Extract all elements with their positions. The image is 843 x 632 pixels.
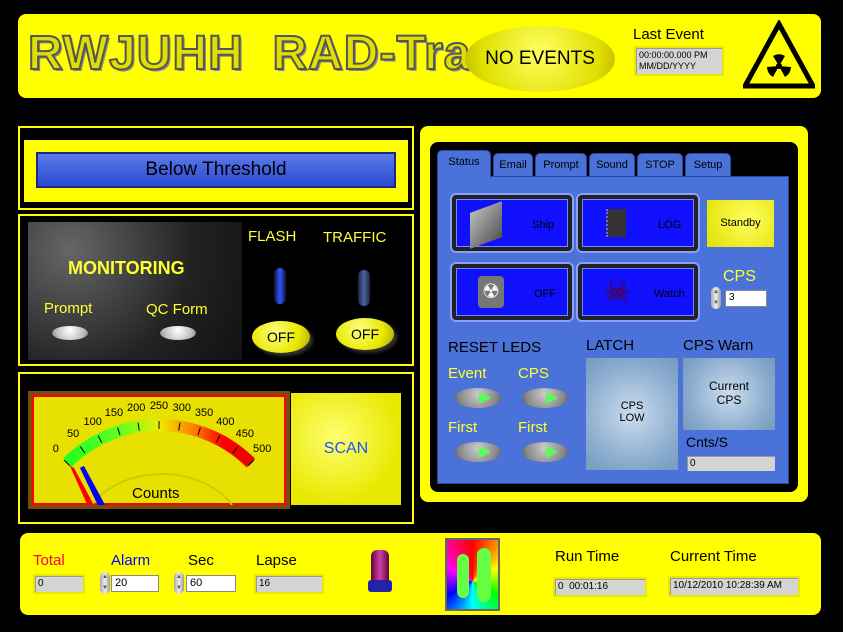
cps-led-label: CPS [518,365,549,382]
off-label: OFF [534,288,556,300]
last-event-field: 00:00:00.000 PM MM/DD/YYYY [634,46,724,76]
reset-leds-label: RESET LEDS [448,339,542,356]
flash-label: FLASH [248,228,297,245]
ship-label: Ship [532,219,555,231]
first-label-1: First [448,419,478,436]
qc-form-button[interactable] [160,326,196,340]
total-label: Total [33,552,65,569]
run-time-label: Run Time [555,548,620,565]
cps-warn-indicator: Current CPS [683,358,775,430]
alarm-beacon-icon [368,550,392,594]
gauge-tick-label: 350 [195,407,213,419]
gauge-tick-label: 50 [67,428,79,440]
traffic-label: TRAFFIC [323,229,387,246]
tab-status[interactable]: Status [437,150,491,178]
traffic-toggle[interactable] [358,270,370,306]
last-event-time: 00:00:00.000 PM [639,50,708,60]
sec-input[interactable]: 60 [186,575,236,592]
skull-crossbones-icon: ☠ [604,275,631,308]
warn-text-1: Current [708,379,749,393]
latch-indicator: CPS LOW [586,358,678,470]
log-label: LOG [658,219,682,231]
monitoring-panel [28,222,242,360]
cps-warn-label: CPS Warn [683,337,754,354]
watch-label: Watch [654,288,685,300]
traffic-off-button[interactable]: OFF [336,318,394,350]
threshold-indicator: Below Threshold [36,152,396,188]
cps-input[interactable]: 3 [725,290,767,307]
cps-label: CPS [723,268,756,285]
gauge-tick-label: 250 [150,400,168,412]
last-event-label: Last Event [633,26,704,43]
gauge-tick-label: 200 [127,402,145,414]
tab-sound[interactable]: Sound [589,153,635,177]
radiation-safety-image [445,538,500,611]
run-time-field: 0 00:01:16 [553,577,647,597]
cps-spinner[interactable]: ▲ ▼ [711,287,721,309]
footer-panel [20,533,821,615]
current-time-field: 10/12/2010 10:28:39 AM [668,576,800,597]
watch-button[interactable]: ☠ Watch [578,264,698,320]
gauge-tick-label: 450 [236,428,254,440]
cnts-label: Cnts/S [686,434,729,450]
tab-email[interactable]: Email [493,153,533,177]
radiation-warning-icon [743,20,815,89]
first-event-reset-button[interactable] [455,442,501,462]
notebook-icon [606,209,626,237]
prompt-button[interactable] [52,326,88,340]
sec-spinner[interactable]: ▲ ▼ [174,572,184,594]
event-status-indicator: NO EVENTS [465,26,615,92]
flash-off-button[interactable]: OFF [252,321,310,353]
prompt-label: Prompt [44,300,93,317]
first-cps-reset-button[interactable] [522,442,568,462]
event-reset-button[interactable] [455,388,501,408]
gauge-label: Counts [132,485,180,502]
warn-text-2: CPS [716,393,742,407]
shipping-container-icon [470,201,502,249]
cnts-field: 0 [685,454,777,473]
alarm-input[interactable]: 20 [111,575,159,592]
gauge-tick-label: 300 [173,402,191,414]
gauge-needle-blue [79,465,110,518]
current-time-label: Current Time [670,548,757,565]
flash-toggle[interactable] [274,268,286,304]
qc-form-label: QC Form [146,301,208,318]
first-label-2: First [518,419,548,436]
radiation-icon: ☢ [478,276,504,308]
gauge-tick-label: 400 [216,416,234,428]
ship-button[interactable]: Ship [452,195,572,251]
tab-setup[interactable]: Setup [685,153,731,177]
latch-label: LATCH [586,337,635,354]
counts-gauge: 0 50 100 150 200 250 300 350 400 450 500 Counts [28,391,290,524]
gauge-tick-label: 100 [84,416,102,428]
lapse-label: Lapse [256,552,297,569]
lapse-field: 16 [254,574,324,594]
latch-text-1: CPS [620,400,644,412]
tab-prompt[interactable]: Prompt [535,153,587,177]
tab-stop[interactable]: STOP [637,153,683,177]
event-label: Event [448,365,487,382]
cps-reset-button[interactable] [522,388,568,408]
monitoring-label: MONITORING [68,258,185,278]
off-button[interactable]: ☢ OFF [452,264,572,320]
gauge-scale-arc [62,419,256,468]
sec-label: Sec [188,552,214,569]
total-field: 0 [33,574,85,594]
gauge-tick-label: 150 [105,407,123,419]
log-button[interactable]: LOG [578,195,698,251]
gauge-tick-label: 500 [253,443,271,455]
last-event-date: MM/DD/YYYY [639,61,697,71]
scan-button[interactable]: SCAN [291,393,401,505]
alarm-spinner[interactable]: ▲ ▼ [100,572,110,594]
latch-text-2: LOW [619,412,645,424]
app-title: RWJUHH RAD-Track [27,26,527,81]
alarm-label: Alarm [111,552,151,569]
gauge-tick-label: 0 [53,443,59,455]
standby-indicator: Standby [707,200,774,247]
